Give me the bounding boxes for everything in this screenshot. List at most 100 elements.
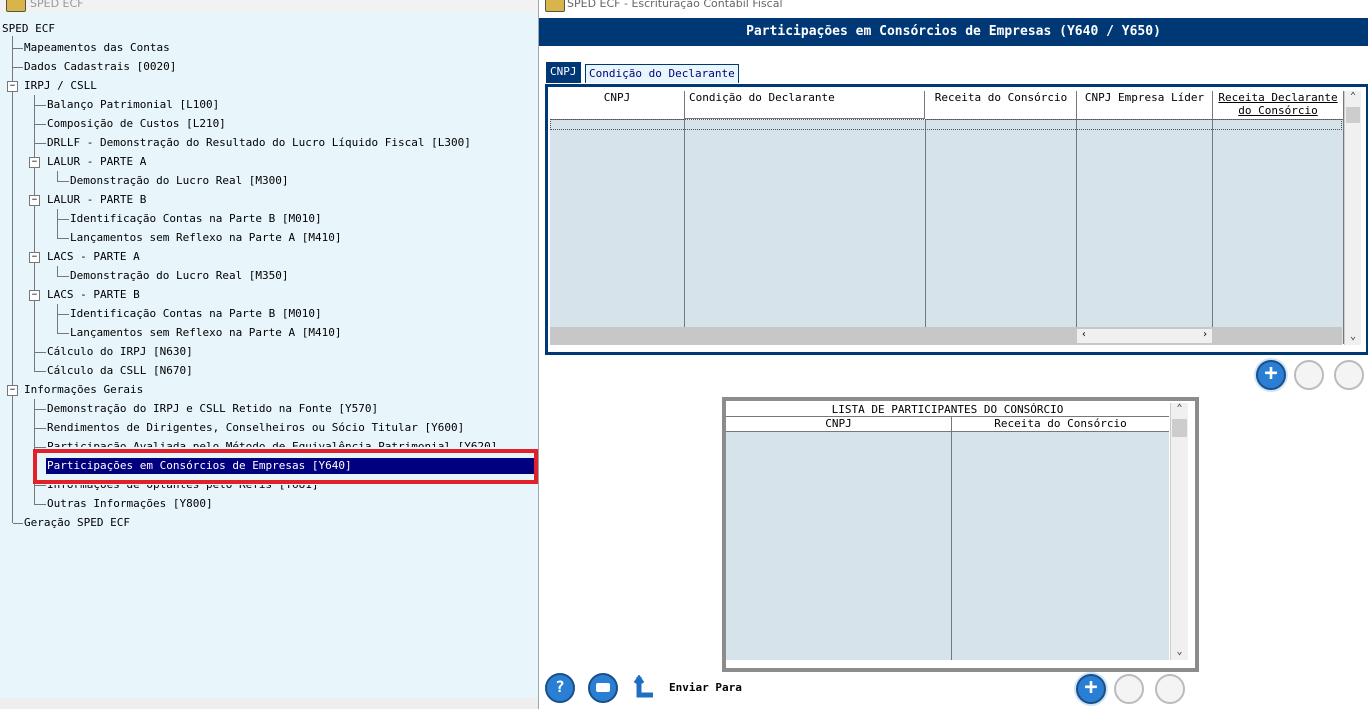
edit-participant-button[interactable] — [1114, 674, 1144, 704]
tree-item-dados-cadastrais[interactable]: Dados Cadastrais [0020] — [23, 59, 177, 75]
collapse-icon[interactable]: − — [7, 81, 18, 92]
grid-header-receita[interactable]: Receita do Consórcio — [952, 417, 1169, 432]
highlight-box — [33, 449, 538, 484]
grid-column — [550, 120, 685, 344]
tree-item-y600[interactable]: Rendimentos de Dirigentes, Conselheiros … — [46, 420, 465, 436]
tree-line — [58, 219, 69, 220]
tree-line — [35, 428, 46, 429]
chevron-left-icon[interactable]: ‹ — [1081, 329, 1087, 340]
horizontal-scrollbar[interactable] — [0, 698, 538, 709]
collapse-icon[interactable]: − — [29, 290, 40, 301]
chevron-down-icon[interactable]: ⌄ — [1345, 331, 1361, 345]
tree-item-identificacao-m010[interactable]: Identificação Contas na Parte B [M010] — [69, 211, 323, 227]
chevron-down-icon[interactable]: ⌄ — [1171, 646, 1188, 660]
tree-item-balanco-patrimonial[interactable]: Balanço Patrimonial [L100] — [46, 97, 220, 113]
grid-column — [1213, 120, 1344, 344]
tree-line — [58, 314, 69, 315]
vertical-scrollbar[interactable]: ⌃ ⌄ — [1344, 91, 1361, 345]
tree-item-calculo-irpj[interactable]: Cálculo do IRPJ [N630] — [46, 344, 194, 360]
grid-header-receita-declarante[interactable]: Receita Declarante do Consórcio — [1213, 91, 1344, 120]
grid-column — [685, 120, 926, 344]
participantes-grid: LISTA DE PARTICIPANTES DO CONSÓRCIO CNPJ… — [722, 397, 1199, 672]
grid-header-cnpj[interactable]: CNPJ — [726, 417, 952, 432]
tree-line — [13, 67, 23, 68]
grid-column — [926, 120, 1077, 344]
tree-item-lalur-parte-a[interactable]: LALUR - PARTE A — [46, 154, 147, 170]
horizontal-scrollbar[interactable]: ‹ › — [1077, 329, 1212, 343]
tree-item-calculo-csll[interactable]: Cálculo da CSLL [N670] — [46, 363, 194, 379]
collapse-icon[interactable]: − — [7, 385, 18, 396]
tree-line — [58, 333, 69, 334]
tree-item-lalur-parte-b[interactable]: LALUR - PARTE B — [46, 192, 147, 208]
tree-item-informacoes-gerais[interactable]: Informações Gerais — [23, 382, 144, 398]
tree-item-lacs-parte-b[interactable]: LACS - PARTE B — [46, 287, 141, 303]
tree-line — [57, 209, 58, 239]
tree-line — [13, 48, 23, 49]
tree-item-irpj-csll[interactable]: IRPJ / CSLL — [23, 78, 98, 94]
grid-column — [1077, 120, 1213, 344]
chevron-up-icon[interactable]: ⌃ — [1171, 403, 1188, 417]
right-window-title: SPED ECF - Escrituração Contábil Fiscal — [567, 0, 783, 10]
participantes-title: LISTA DE PARTICIPANTES DO CONSÓRCIO — [726, 403, 1169, 417]
tree-item-lucro-real-m350[interactable]: Demonstração do Lucro Real [M350] — [69, 268, 290, 284]
delete-participant-button[interactable] — [1155, 674, 1185, 704]
tree-item-identificacao-m010-lacs[interactable]: Identificação Contas na Parte B [M010] — [69, 306, 323, 322]
grid-header-condicao[interactable]: Condição do Declarante — [685, 91, 925, 119]
edit-button[interactable] — [1294, 360, 1324, 390]
tree-line — [35, 143, 46, 144]
tree-line — [35, 371, 46, 372]
tree-line — [13, 523, 23, 524]
tree-item-geracao-sped[interactable]: Geração SPED ECF — [23, 515, 131, 531]
tree-line — [35, 485, 46, 486]
print-button[interactable] — [588, 673, 618, 703]
collapse-icon[interactable]: − — [29, 157, 40, 168]
tree-line — [35, 447, 46, 448]
grid-header-receita[interactable]: Receita do Consórcio — [926, 91, 1077, 120]
tree-line — [35, 105, 46, 106]
navigation-tree: − − − − − − SPED ECF Mapeamentos das Con… — [0, 20, 538, 700]
tree-item-composicao-custos[interactable]: Composição de Custos [L210] — [46, 116, 227, 132]
tree-line — [12, 36, 13, 523]
tree-item-sped-ecf[interactable]: SPED ECF — [1, 21, 56, 37]
scroll-thumb[interactable] — [1172, 419, 1187, 437]
tree-window: SPED ECF − − − − − − SPED ECF Mapeamento… — [0, 0, 539, 709]
tree-line — [58, 238, 69, 239]
tree-item-drllf[interactable]: DRLLF - Demonstração do Resultado do Luc… — [46, 135, 472, 151]
vertical-scrollbar[interactable]: ⌃ ⌄ — [1170, 403, 1188, 660]
tree-line — [58, 276, 69, 277]
tree-item-mapeamentos[interactable]: Mapeamentos das Contas — [23, 40, 171, 56]
grid-header-cnpj-lider[interactable]: CNPJ Empresa Líder — [1077, 91, 1213, 120]
tree-line — [57, 304, 58, 334]
app-icon — [545, 0, 565, 12]
help-button[interactable]: ? — [545, 673, 575, 703]
tree-line — [58, 181, 69, 182]
tree-item-lucro-real-m300[interactable]: Demonstração do Lucro Real [M300] — [69, 173, 290, 189]
main-window: SPED ECF - Escrituração Contábil Fiscal … — [539, 0, 1368, 709]
tree-item-y570[interactable]: Demonstração do IRPJ e CSLL Retido na Fo… — [46, 401, 379, 417]
tree-line — [35, 504, 46, 505]
printer-icon — [596, 683, 610, 692]
tab-cnpj[interactable]: CNPJ — [546, 62, 581, 83]
add-button[interactable]: + — [1256, 360, 1286, 390]
chevron-up-icon[interactable]: ⌃ — [1345, 91, 1361, 105]
scroll-thumb[interactable] — [1346, 107, 1360, 123]
add-participant-button[interactable]: + — [1076, 674, 1106, 704]
delete-button[interactable] — [1334, 360, 1364, 390]
grid-header-cnpj[interactable]: CNPJ — [550, 91, 685, 120]
tree-item-lancamentos-m410-lacs[interactable]: Lançamentos sem Reflexo na Parte A [M410… — [69, 325, 343, 341]
collapse-icon[interactable]: − — [29, 252, 40, 263]
consorcio-grid: CNPJ Condição do Declarante Receita do C… — [545, 84, 1368, 355]
send-to-label[interactable]: Enviar Para — [669, 681, 742, 694]
tree-item-lacs-parte-a[interactable]: LACS - PARTE A — [46, 249, 141, 265]
send-arrow-icon[interactable] — [633, 675, 657, 701]
page-title: Participações em Consórcios de Empresas … — [539, 18, 1368, 46]
grid-footer — [550, 327, 1342, 345]
chevron-right-icon[interactable]: › — [1202, 329, 1208, 340]
collapse-icon[interactable]: − — [29, 195, 40, 206]
app-icon — [6, 0, 26, 12]
tab-condicao-declarante[interactable]: Condição do Declarante — [585, 64, 739, 83]
table-row[interactable] — [550, 119, 1342, 130]
left-title-bar: SPED ECF — [0, 0, 538, 12]
tree-item-lancamentos-m410[interactable]: Lançamentos sem Reflexo na Parte A [M410… — [69, 230, 343, 246]
tree-item-y800[interactable]: Outras Informações [Y800] — [46, 496, 214, 512]
